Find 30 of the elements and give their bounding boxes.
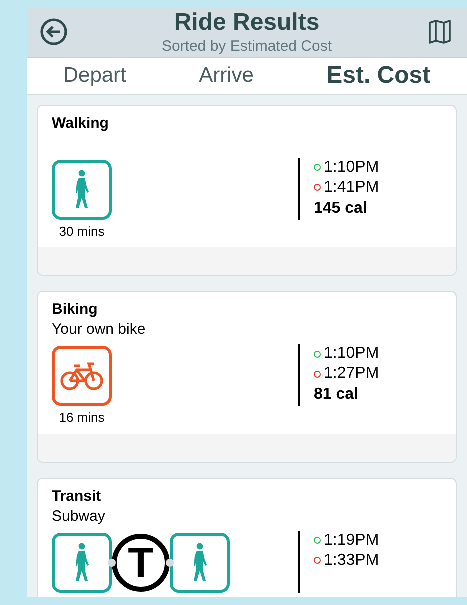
walking-person-icon xyxy=(191,542,209,583)
sort-tab[interactable]: Depart xyxy=(55,60,134,92)
page-title: Ride Results xyxy=(174,8,320,38)
duration-label: 16 mins xyxy=(58,409,106,428)
mode-title: Walking xyxy=(52,114,110,134)
subway-logo: T xyxy=(112,534,170,592)
depart-time: 1:10PM xyxy=(324,158,380,178)
mode-title: Transit xyxy=(52,486,102,507)
depart-time: 1:10PM xyxy=(324,344,380,364)
mode-subtitle: Your own bike xyxy=(52,320,147,340)
sort-tab[interactable]: Arrive xyxy=(191,60,262,92)
mode-title: Biking xyxy=(52,300,99,320)
mode-subtitle: Subway xyxy=(52,506,106,527)
back-button[interactable] xyxy=(39,17,69,48)
arrive-time: 1:41PM xyxy=(324,178,380,198)
calorie-count: 81 cal xyxy=(314,385,360,406)
sort-subtitle: Sorted by Estimated Cost xyxy=(162,38,332,57)
arrive-time: 1:33PM xyxy=(324,550,380,571)
sort-tab[interactable]: Est. Cost xyxy=(318,58,439,94)
depart-time: 1:19PM xyxy=(324,530,380,551)
calorie-count: 145 cal xyxy=(314,198,368,219)
map-icon xyxy=(428,19,452,46)
duration-label: 30 mins xyxy=(58,222,106,241)
walking-person-icon xyxy=(73,542,91,583)
bicycle-icon xyxy=(60,360,104,392)
arrive-time: 1:27PM xyxy=(324,364,380,384)
walking-person-icon xyxy=(73,170,91,210)
result-card[interactable]: Walking 30 mins 1:10PM 1:41PM 145 cal xyxy=(37,104,457,276)
result-card[interactable]: Transit Subway T 1:19PM 1:33PM xyxy=(37,478,457,597)
result-card[interactable]: Biking Your own bike 16 mins 1:10PM 1:27PM 81 cal xyxy=(37,291,457,463)
